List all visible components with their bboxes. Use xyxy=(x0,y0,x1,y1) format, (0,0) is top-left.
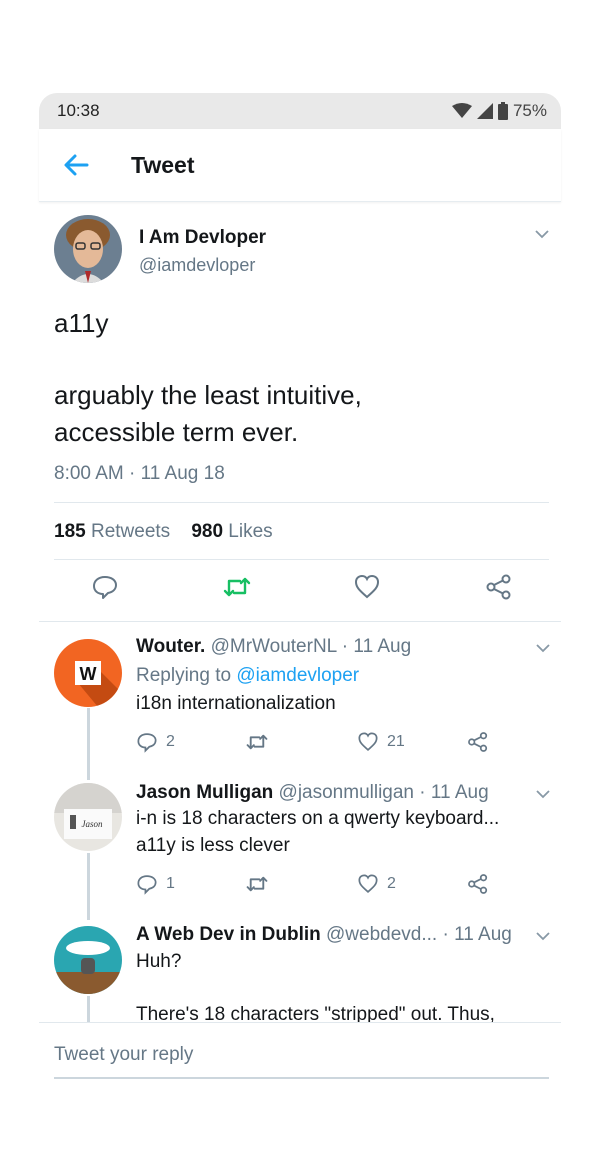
retweet-icon[interactable] xyxy=(245,731,269,753)
thread-line xyxy=(87,996,90,1022)
retweet-icon[interactable] xyxy=(245,873,269,895)
chevron-down-icon[interactable] xyxy=(535,930,551,942)
reply-meta: @webdevd... · 11 Aug xyxy=(326,924,512,945)
signal-icon xyxy=(476,103,493,119)
tweet-header: Tweet xyxy=(39,129,561,202)
wifi-icon xyxy=(451,103,472,118)
chevron-down-icon[interactable] xyxy=(535,788,551,800)
battery-icon xyxy=(497,102,508,120)
reply-author-name[interactable]: Jason Mulligan xyxy=(136,782,273,803)
reply-count: 2 xyxy=(166,733,175,750)
retweet-action[interactable] xyxy=(245,731,269,753)
reply-count: 1 xyxy=(166,875,175,892)
reply-author-line[interactable]: Wouter. @MrWouterNL · 11 Aug xyxy=(136,636,411,658)
replying-to: Replying to @iamdevloper xyxy=(136,665,359,687)
thread-line xyxy=(87,708,90,780)
retweets-count[interactable]: 185 xyxy=(54,521,86,542)
status-bar: 10:38 75% xyxy=(39,93,561,129)
tweet-text: a11y xyxy=(54,308,109,338)
tweet-stats: 185 Retweets 980 Likes xyxy=(54,521,273,543)
divider xyxy=(39,621,561,622)
phone-screen: 10:38 75% Tweet I Am Devloper @iamdevlop… xyxy=(39,93,561,1165)
share-icon[interactable] xyxy=(467,731,489,753)
like-icon[interactable] xyxy=(357,873,379,895)
avatar[interactable]: Jason xyxy=(54,783,122,851)
like-count: 2 xyxy=(387,875,396,892)
reply-composer: Tweet your reply xyxy=(39,1022,561,1165)
divider xyxy=(54,559,549,560)
reply-author-name[interactable]: A Web Dev in Dublin xyxy=(136,924,321,945)
reply-action[interactable]: 1 xyxy=(136,873,175,895)
svg-text:Jason: Jason xyxy=(82,819,103,829)
reply-author-line[interactable]: A Web Dev in Dublin @webdevd... · 11 Aug xyxy=(136,924,512,946)
avatar[interactable] xyxy=(54,926,122,994)
reply-author-name[interactable]: Wouter. xyxy=(136,636,205,657)
replying-to-link[interactable]: @iamdevloper xyxy=(236,665,359,686)
retweet-action[interactable] xyxy=(245,873,269,895)
avatar[interactable]: W xyxy=(54,639,122,707)
status-icons: 75% xyxy=(451,101,547,121)
reply-input-underline xyxy=(54,1077,549,1079)
retweets-label[interactable]: Retweets xyxy=(91,521,170,542)
battery-percent: 75% xyxy=(512,101,547,120)
tweet-text: accessible term ever. xyxy=(54,417,299,447)
like-icon[interactable] xyxy=(353,573,381,601)
share-icon[interactable] xyxy=(485,573,513,601)
author-handle[interactable]: @iamdevloper xyxy=(139,255,255,276)
tweet-text: arguably the least intuitive, xyxy=(54,380,362,410)
reply-text: i18n internationalization xyxy=(136,693,336,714)
chevron-down-icon[interactable] xyxy=(535,642,551,654)
reply-text: Huh? xyxy=(136,951,182,972)
like-action[interactable]: 21 xyxy=(357,731,405,753)
retweet-icon[interactable] xyxy=(222,573,252,601)
like-action[interactable]: 2 xyxy=(357,873,396,895)
reply-icon[interactable] xyxy=(136,873,158,895)
avatar-letter: W xyxy=(80,664,97,684)
share-icon[interactable] xyxy=(467,873,489,895)
share-action[interactable] xyxy=(467,873,489,895)
like-count: 21 xyxy=(387,733,405,750)
reply-action[interactable]: 2 xyxy=(136,731,175,753)
reply-meta: @MrWouterNL · 11 Aug xyxy=(210,636,412,657)
share-action[interactable] xyxy=(467,731,489,753)
replying-prefix: Replying to xyxy=(136,665,232,686)
tweet-timestamp: 8:00 AM · 11 Aug 18 xyxy=(54,463,225,484)
thread-line xyxy=(87,853,90,920)
reply-meta: @jasonmulligan · 11 Aug xyxy=(278,782,489,803)
like-icon[interactable] xyxy=(357,731,379,753)
likes-label[interactable]: Likes xyxy=(228,521,272,542)
status-time: 10:38 xyxy=(57,101,100,120)
reply-icon[interactable] xyxy=(136,731,158,753)
chevron-down-icon[interactable] xyxy=(534,228,550,240)
reply-author-line[interactable]: Jason Mulligan @jasonmulligan · 11 Aug xyxy=(136,782,489,804)
reply-icon[interactable] xyxy=(91,573,119,601)
avatar[interactable] xyxy=(54,215,122,283)
reply-text: i-n is 18 characters on a qwerty keyboar… xyxy=(136,808,500,829)
page-title: Tweet xyxy=(131,152,195,178)
divider xyxy=(54,502,549,503)
reply-text: a11y is less clever xyxy=(136,835,290,856)
tweet-actions xyxy=(39,573,561,609)
likes-count[interactable]: 980 xyxy=(191,521,223,542)
back-arrow-icon[interactable] xyxy=(61,151,93,179)
author-name[interactable]: I Am Devloper xyxy=(139,227,266,249)
reply-input[interactable]: Tweet your reply xyxy=(54,1044,193,1066)
